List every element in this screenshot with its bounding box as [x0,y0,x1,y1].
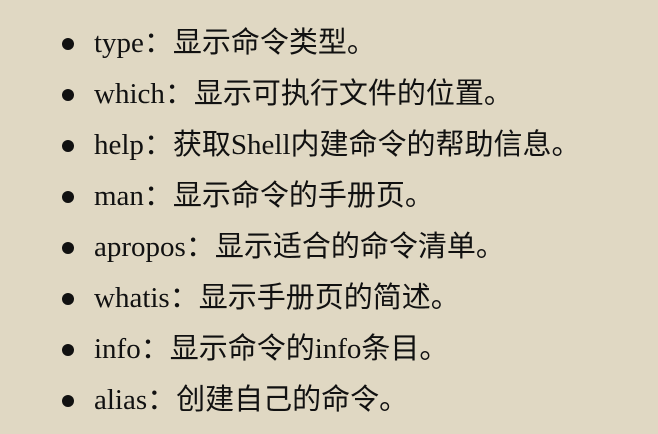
list-item-which: which：显示可执行文件的位置。 [62,69,652,120]
bullet-icon [62,394,74,407]
list-item-text: man：显示命令的手册页。 [94,180,434,212]
bullet-icon [62,88,74,101]
command-list: type：显示命令类型。 which：显示可执行文件的位置。 help：获取Sh… [62,18,652,426]
list-item-whatis: whatis：显示手册页的简述。 [62,273,652,324]
list-item-text: whatis：显示手册页的简述。 [94,282,460,314]
bullet-icon [62,139,74,152]
list-item-type: type：显示命令类型。 [62,18,652,69]
bullet-icon [62,241,74,254]
list-item-man: man：显示命令的手册页。 [62,171,652,222]
list-item-help: help：获取Shell内建命令的帮助信息。 [62,120,652,171]
list-item-text: type：显示命令类型。 [94,27,376,59]
list-item-text: apropos：显示适合的命令清单。 [94,231,505,263]
document-page: type：显示命令类型。 which：显示可执行文件的位置。 help：获取Sh… [0,0,658,434]
bullet-icon [62,190,74,203]
list-item-text: info：显示命令的info条目。 [94,333,449,365]
list-item-info: info：显示命令的info条目。 [62,324,652,375]
bullet-icon [62,37,74,50]
list-item-alias: alias：创建自己的命令。 [62,375,652,426]
bullet-icon [62,343,74,356]
list-item-apropos: apropos：显示适合的命令清单。 [62,222,652,273]
list-item-text: help：获取Shell内建命令的帮助信息。 [94,129,581,161]
list-item-text: which：显示可执行文件的位置。 [94,78,513,110]
bullet-icon [62,292,74,305]
list-item-text: alias：创建自己的命令。 [94,384,409,416]
